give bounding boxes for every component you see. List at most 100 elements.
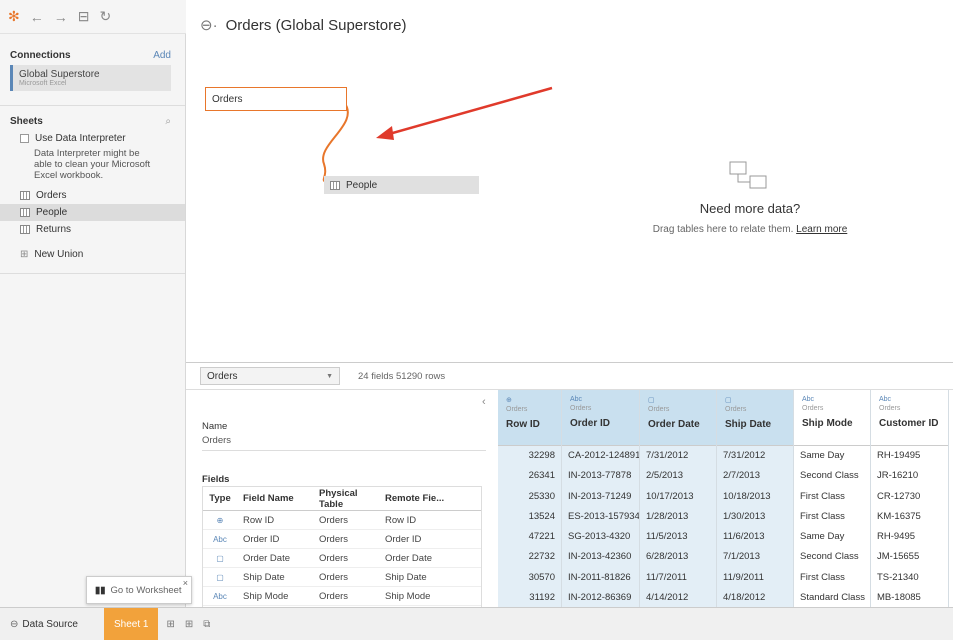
search-sheets-icon[interactable]: ⌕ bbox=[165, 116, 171, 127]
field-type-icon: Abc bbox=[213, 591, 227, 601]
column-source: Orders bbox=[879, 405, 901, 412]
grid-cell: ES-2013-1579342 bbox=[568, 510, 639, 522]
go-to-worksheet-tooltip[interactable]: ▮▮ Go to Worksheet × bbox=[86, 576, 192, 604]
table-select[interactable]: Orders ▼ bbox=[200, 367, 340, 385]
grid-column: ▢ Orders Order Date 7/31/2012 2/5/2013 10/17/… bbox=[640, 390, 717, 608]
col-header-physical-table: Physical Table bbox=[319, 487, 358, 510]
sheet1-tab-label: Sheet 1 bbox=[113, 618, 149, 630]
column-name: Order Date bbox=[648, 419, 700, 430]
column-source: Orders bbox=[648, 406, 670, 413]
data-interpreter-checkbox[interactable] bbox=[20, 134, 29, 143]
chart-icon: ▮▮ bbox=[95, 584, 106, 596]
sheet-table-icon bbox=[20, 208, 30, 217]
grid-cell: KM-16375 bbox=[877, 510, 921, 522]
column-type-icon: ▢ bbox=[648, 397, 655, 404]
data-interpreter-label: Use Data Interpreter bbox=[35, 133, 126, 144]
grid-column: Abc Orders Order ID CA-2012-124891 IN-2013-7… bbox=[562, 390, 640, 608]
grid-cell: 7/31/2012 bbox=[646, 450, 689, 461]
name-value[interactable]: Orders bbox=[202, 435, 486, 451]
field-row[interactable]: Abc Order ID Orders Order ID bbox=[203, 530, 481, 549]
save-icon[interactable]: ⊟ bbox=[78, 8, 90, 25]
grid-cell: 4/14/2012 bbox=[646, 592, 689, 604]
grid-cell: 11/7/2011 bbox=[646, 571, 687, 583]
grid-cell: RH-9495 bbox=[877, 531, 916, 543]
column-name: Order ID bbox=[570, 418, 611, 429]
forward-icon[interactable]: → bbox=[54, 9, 68, 25]
grid-column: Abc Orders Customer ID RH-19495 JR-16210 CR-1… bbox=[871, 390, 949, 608]
grid-cell: 10/18/2013 bbox=[723, 490, 771, 502]
column-type-icon: ▢ bbox=[725, 397, 732, 404]
field-row[interactable]: ▢ Ship Date Orders Ship Date bbox=[203, 568, 481, 587]
back-icon[interactable]: ← bbox=[30, 9, 44, 25]
canvas-table-orders[interactable]: Orders bbox=[205, 87, 347, 111]
field-name: Order Date bbox=[243, 552, 290, 564]
new-union-item[interactable]: ⊞ New Union bbox=[0, 246, 185, 263]
field-type-icon: Abc bbox=[213, 534, 227, 544]
field-name: Ship Mode bbox=[243, 590, 289, 602]
grid-cell: IN-2013-77878 bbox=[568, 470, 632, 482]
field-physical-table: Orders bbox=[319, 590, 349, 602]
connection-item[interactable]: Global Superstore Microsoft Excel bbox=[10, 65, 171, 91]
data-grid-panel: Orders ▼ 24 fields 51290 rows ‹ Name Ord… bbox=[186, 362, 953, 608]
refresh-icon[interactable]: ↻ bbox=[99, 8, 111, 25]
grid-cell: 1/30/2013 bbox=[723, 510, 766, 522]
grid-column: Abc Orders Ship Mode Same Day Second Class Fi… bbox=[794, 390, 871, 608]
toolbar: ✻ ← → ⊟ ↻ bbox=[0, 0, 186, 34]
column-type-icon: Abc bbox=[802, 396, 815, 403]
grid-cell: 11/9/2011 bbox=[723, 571, 764, 583]
column-type-icon: Abc bbox=[879, 396, 892, 403]
field-remote-name: Order ID bbox=[385, 533, 422, 545]
grid-column-header[interactable]: ▢ Orders Order Date bbox=[640, 390, 716, 446]
fields-label: Fields bbox=[202, 474, 230, 485]
col-header-type: Type bbox=[209, 493, 231, 504]
grid-cell: CA-2012-124891 bbox=[568, 450, 639, 461]
column-type-icon: Abc bbox=[570, 396, 583, 403]
table-icon bbox=[330, 180, 340, 190]
field-physical-table: Orders bbox=[319, 552, 349, 564]
database-icon: ⊖ bbox=[10, 618, 19, 630]
grid-cell: 26341 bbox=[528, 470, 555, 482]
new-story-icon[interactable]: ⧉ bbox=[203, 619, 210, 630]
grid-column-header[interactable]: ⊕ Orders Row ID bbox=[498, 390, 561, 446]
sheet1-tab[interactable]: Sheet 1 bbox=[103, 608, 159, 640]
page-title-text: Orders (Global Superstore) bbox=[225, 16, 407, 34]
grid-cell: 11/5/2013 bbox=[646, 531, 688, 543]
grid-cell: 7/1/2013 bbox=[723, 551, 760, 563]
grid-cell: IN-2011-81826 bbox=[568, 571, 631, 583]
grid-cell: 22732 bbox=[528, 551, 555, 563]
grid-cell: IN-2013-42360 bbox=[568, 551, 632, 563]
field-row[interactable]: ⊕ Row ID Orders Row ID bbox=[203, 511, 481, 530]
add-connection-link[interactable]: Add bbox=[153, 50, 171, 61]
grid-cell: 4/18/2012 bbox=[723, 592, 766, 604]
new-worksheet-icon[interactable]: ⊞ bbox=[166, 619, 174, 630]
data-interpreter-note: Data Interpreter might be able to clean … bbox=[34, 148, 151, 181]
sheets-header: Sheets ⌕ bbox=[0, 116, 185, 127]
database-icon: ⊖· bbox=[200, 17, 218, 34]
column-source: Orders bbox=[802, 405, 824, 412]
field-physical-table: Orders bbox=[319, 514, 349, 526]
sheet-item-orders[interactable]: Orders bbox=[0, 187, 185, 204]
column-source: Orders bbox=[506, 406, 528, 413]
field-name: Order ID bbox=[243, 533, 280, 545]
relationship-noodle[interactable] bbox=[322, 101, 349, 183]
sheet-item-people[interactable]: People bbox=[0, 204, 185, 221]
sheet-item-returns[interactable]: Returns bbox=[0, 221, 185, 238]
field-type-icon: ⊕ bbox=[216, 515, 224, 525]
grid-column-header[interactable]: Abc Orders Customer ID bbox=[871, 390, 948, 446]
field-physical-table: Orders bbox=[319, 533, 349, 545]
grid-column-header[interactable]: Abc Orders Order ID bbox=[562, 390, 639, 446]
grid-cell: JR-16210 bbox=[877, 470, 919, 482]
field-row[interactable]: ▢ Order Date Orders Order Date bbox=[203, 549, 481, 568]
tableau-logo-icon[interactable]: ✻ bbox=[8, 8, 20, 25]
grid-cell: TS-21340 bbox=[877, 571, 919, 583]
data-source-tab[interactable]: ⊖ Data Source bbox=[0, 608, 88, 640]
grid-column-header[interactable]: ▢ Orders Ship Date bbox=[717, 390, 793, 446]
data-source-tab-label: Data Source bbox=[22, 618, 78, 630]
new-dashboard-icon[interactable]: ⊞ bbox=[185, 619, 193, 630]
learn-more-link[interactable]: Learn more bbox=[796, 224, 847, 235]
grid-cell: 25330 bbox=[528, 490, 555, 502]
canvas-table-people[interactable]: People bbox=[324, 176, 479, 194]
grid-column-header[interactable]: Abc Orders Ship Mode bbox=[794, 390, 870, 446]
field-row[interactable]: Abc Ship Mode Orders Ship Mode bbox=[203, 587, 481, 606]
collapse-icon[interactable]: ‹ bbox=[482, 396, 486, 408]
